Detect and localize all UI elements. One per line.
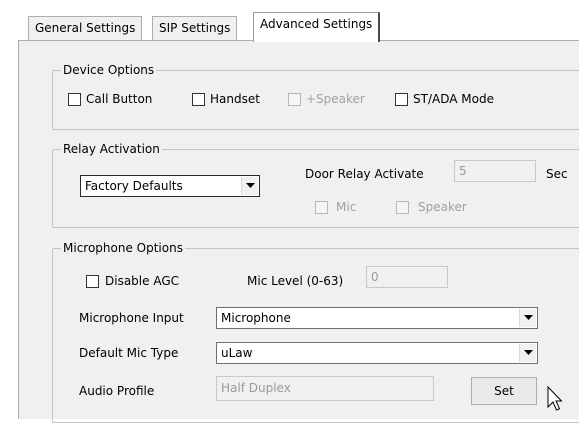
relay-speaker-label: Speaker bbox=[418, 200, 467, 214]
door-relay-unit: Sec bbox=[546, 167, 568, 181]
relay-mic-checkbox[interactable] bbox=[315, 201, 328, 214]
door-relay-value: 5 bbox=[459, 164, 467, 178]
default-mic-type-label: Default Mic Type bbox=[79, 346, 179, 360]
microphone-input-dropdown[interactable]: Microphone bbox=[216, 307, 538, 329]
chevron-down-icon[interactable] bbox=[519, 309, 536, 327]
call-button-label: Call Button bbox=[86, 92, 153, 106]
tab-advanced-settings[interactable]: Advanced Settings bbox=[253, 12, 381, 42]
st-ada-mode-checkbox[interactable] bbox=[395, 93, 408, 106]
disable-agc-checkbox[interactable] bbox=[86, 275, 99, 288]
relay-mode-value: Factory Defaults bbox=[85, 179, 183, 193]
chevron-down-icon[interactable] bbox=[519, 344, 536, 362]
disable-agc-label: Disable AGC bbox=[105, 274, 180, 288]
tab-sip-settings[interactable]: SIP Settings bbox=[152, 16, 238, 40]
audio-profile-label: Audio Profile bbox=[79, 384, 155, 398]
microphone-options-title: Microphone Options bbox=[61, 241, 185, 255]
mouse-cursor-icon bbox=[547, 386, 562, 411]
set-button-label: Set bbox=[494, 384, 514, 398]
chevron-down-icon[interactable] bbox=[241, 177, 258, 195]
mic-level-value: 0 bbox=[371, 270, 379, 284]
relay-mic-label: Mic bbox=[336, 200, 357, 214]
default-mic-type-value: uLaw bbox=[221, 346, 253, 360]
speaker-option-checkbox[interactable] bbox=[288, 93, 301, 106]
tab-label: SIP Settings bbox=[159, 21, 231, 35]
default-mic-type-dropdown[interactable]: uLaw bbox=[216, 342, 538, 364]
tab-label: General Settings bbox=[35, 21, 136, 35]
handset-label: Handset bbox=[210, 92, 260, 106]
st-ada-mode-label: ST/ADA Mode bbox=[413, 92, 494, 106]
relay-activation-title: Relay Activation bbox=[61, 142, 162, 156]
tab-general-settings[interactable]: General Settings bbox=[28, 16, 143, 40]
microphone-input-value: Microphone bbox=[221, 311, 291, 325]
handset-checkbox[interactable] bbox=[192, 93, 205, 106]
speaker-option-label: +Speaker bbox=[306, 92, 365, 106]
relay-speaker-checkbox[interactable] bbox=[396, 201, 409, 214]
mic-level-label: Mic Level (0-63) bbox=[247, 274, 344, 288]
audio-profile-input[interactable]: Half Duplex bbox=[216, 376, 434, 401]
mic-level-input[interactable]: 0 bbox=[366, 266, 448, 288]
call-button-checkbox[interactable] bbox=[68, 93, 81, 106]
door-relay-label: Door Relay Activate bbox=[305, 167, 424, 181]
microphone-input-label: Microphone Input bbox=[79, 311, 184, 325]
set-button[interactable]: Set bbox=[471, 377, 537, 405]
relay-mode-dropdown[interactable]: Factory Defaults bbox=[80, 175, 260, 197]
tab-label: Advanced Settings bbox=[260, 17, 373, 31]
audio-profile-value: Half Duplex bbox=[221, 381, 291, 395]
device-options-title: Device Options bbox=[61, 63, 157, 77]
door-relay-input[interactable]: 5 bbox=[454, 160, 536, 182]
